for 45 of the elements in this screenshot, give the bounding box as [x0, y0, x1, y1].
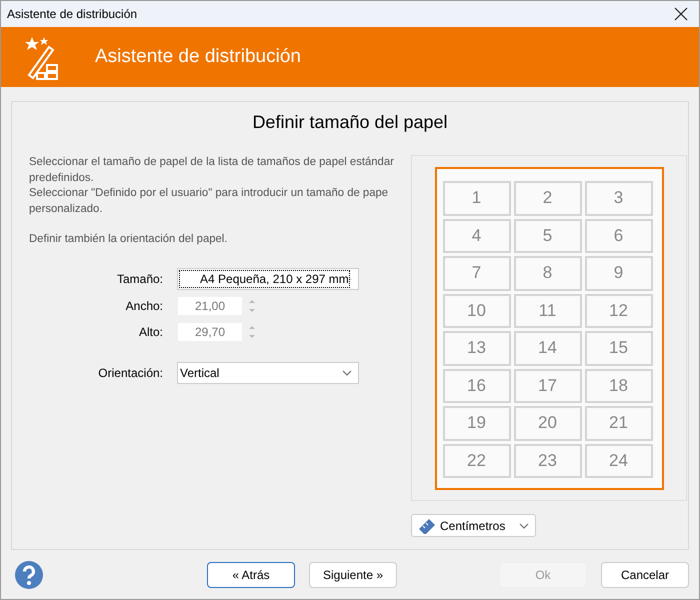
label-cell: 10: [442, 294, 510, 328]
field-label: Orientación:: [97, 366, 163, 380]
field-label: Ancho:: [124, 298, 163, 312]
label-cell: 16: [442, 368, 510, 403]
label-cell: 4: [442, 218, 510, 253]
label-cell: 12: [584, 294, 652, 328]
instruction-line: Seleccionar el tamaño de papel de la lista de tamaños de papel estándar: [29, 155, 394, 170]
header-title: Asistente de distribución: [95, 46, 301, 68]
label-cell: 22: [442, 444, 510, 478]
dialog-button[interactable]: « Atrás: [207, 562, 295, 588]
label-cell: 15: [584, 331, 652, 366]
label-cell: 9: [584, 256, 652, 290]
label-cell: 23: [514, 444, 582, 478]
label-cell: 20: [514, 406, 582, 440]
field-label: Tamaño:: [116, 272, 163, 286]
dropdown-field[interactable]: A4 Pequeña, 210 x 297 mm: [177, 268, 359, 290]
page-title: Definir tamaño del papel: [251, 111, 449, 134]
window-title: Asistente de distribución: [7, 7, 138, 21]
ruler-icon: [418, 518, 436, 534]
label-cell: 11: [514, 294, 582, 328]
label-cell: 1: [442, 181, 510, 216]
help-icon[interactable]: [15, 560, 43, 588]
dialog-button[interactable]: Cancelar: [601, 562, 689, 588]
instruction-line: Seleccionar "Definido por el usuario" para introducir un tamaño de pape: [29, 186, 388, 201]
instruction-line: Definir también la orientación del papel.: [29, 232, 228, 247]
label-cell: 24: [584, 444, 652, 478]
label-cell: 6: [584, 218, 652, 253]
label-cell: 5: [514, 218, 582, 253]
units-dropdown[interactable]: Centímetros: [411, 514, 536, 537]
label-cell: 8: [514, 256, 582, 290]
field-label: Alto:: [138, 324, 163, 338]
instruction-line: predefinidos.: [29, 170, 94, 186]
dropdown-field[interactable]: Vertical: [177, 362, 359, 384]
label-cell: 3: [584, 181, 652, 216]
label-cell: 19: [442, 406, 510, 440]
close-icon[interactable]: [674, 7, 688, 21]
label-cell: 13: [442, 331, 510, 366]
instruction-line: personalizado.: [29, 202, 102, 216]
label-cell: 2: [514, 181, 582, 216]
label-cell: 17: [514, 368, 582, 403]
label-cell: 18: [584, 368, 652, 403]
label-cell: 7: [442, 256, 510, 290]
label-cell: 21: [584, 406, 652, 440]
dialog-button[interactable]: Siguiente »: [309, 562, 397, 588]
label-cell: 14: [514, 331, 582, 366]
